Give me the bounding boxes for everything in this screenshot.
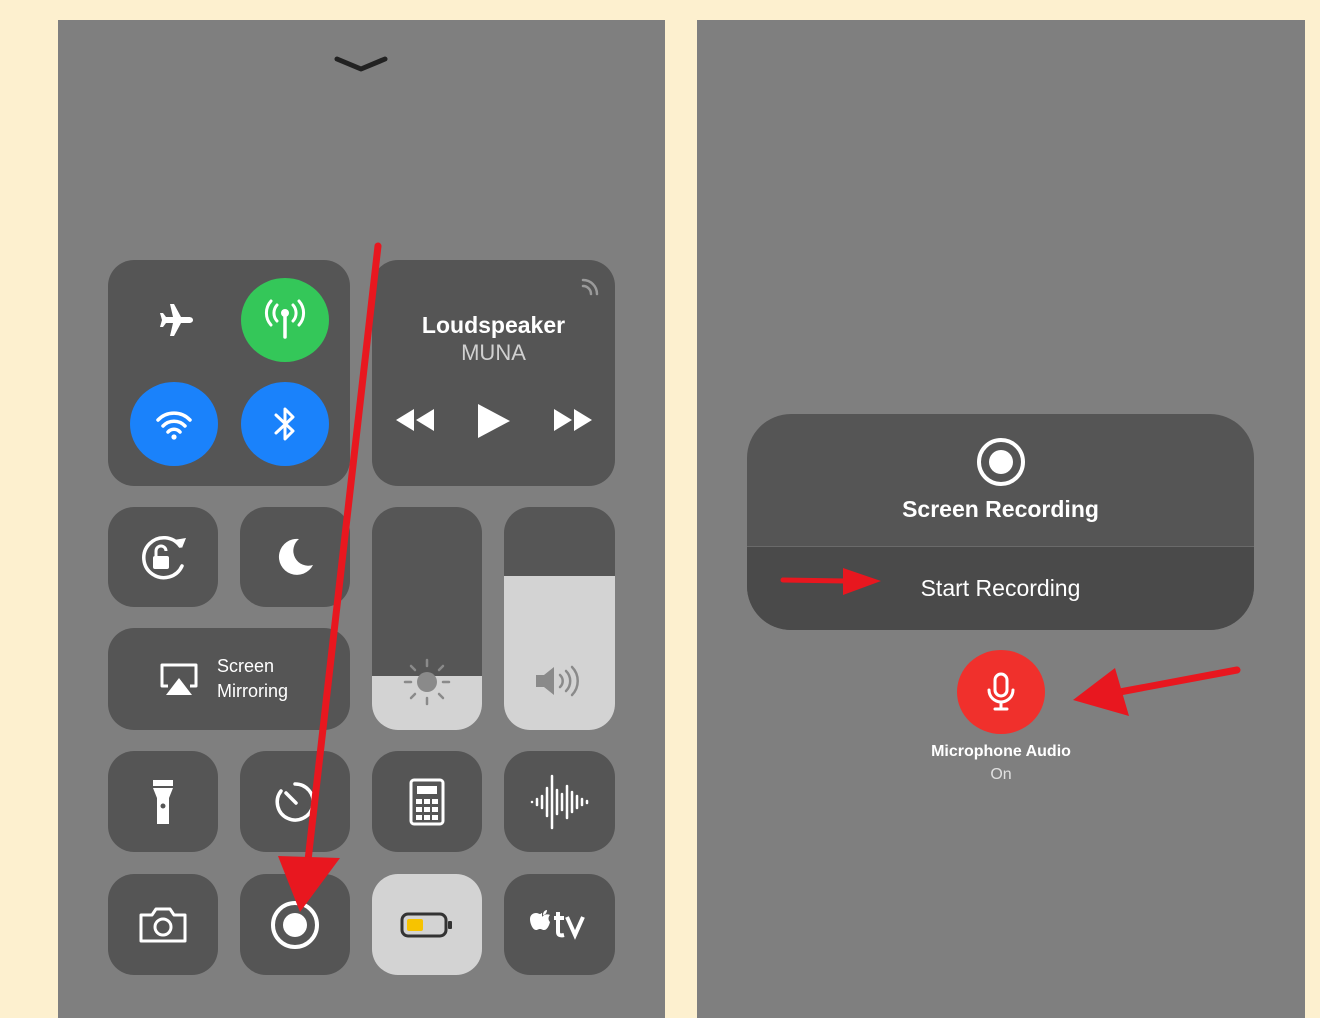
control-center-screen: Loudspeaker MUNA Screen Mirroring <box>58 20 665 1018</box>
annotation-arrow-to-start-recording <box>780 568 881 595</box>
annotation-arrows <box>780 568 1241 716</box>
annotation-arrow-to-record <box>278 242 382 912</box>
screen-recording-detail-screen: Screen Recording Start Recording Microph… <box>697 20 1305 1018</box>
annotation-arrow-to-microphone <box>1073 666 1241 716</box>
